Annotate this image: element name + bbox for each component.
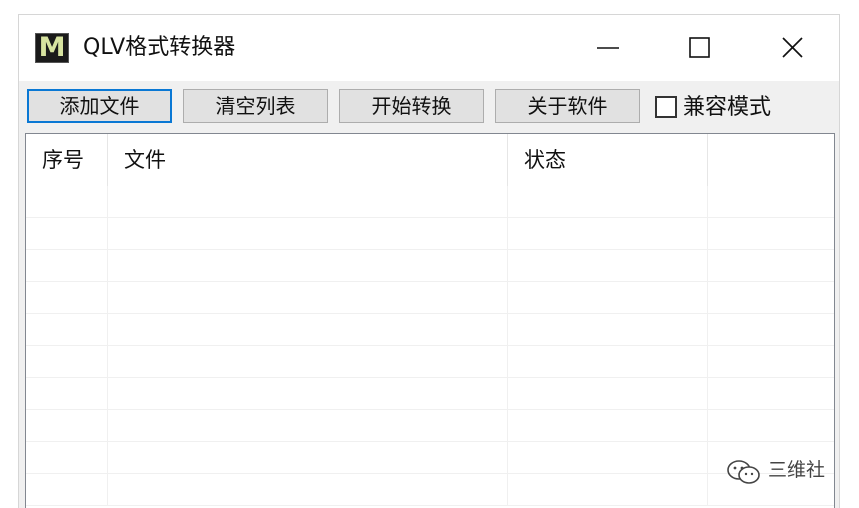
column-header-extra[interactable] [708, 134, 834, 186]
table-cell [508, 442, 708, 473]
app-window: M QLV格式转换器 添加文件 清空列表 开始转换 关于软件 兼容模式 序号 文… [18, 14, 840, 508]
add-files-button[interactable]: 添加文件 [27, 89, 172, 123]
table-cell [708, 250, 834, 281]
table-cell [26, 346, 108, 377]
table-cell [26, 442, 108, 473]
table-row[interactable] [26, 282, 834, 314]
maximize-button[interactable] [674, 31, 724, 65]
table-cell [108, 346, 508, 377]
checkbox-box[interactable] [655, 96, 677, 118]
table-cell [708, 218, 834, 249]
table-row[interactable] [26, 346, 834, 378]
app-logo-icon: M [35, 33, 69, 63]
table-row[interactable] [26, 378, 834, 410]
table-cell [708, 314, 834, 345]
table-cell [108, 282, 508, 313]
file-list[interactable]: 序号 文件 状态 [25, 133, 835, 508]
table-cell [708, 282, 834, 313]
table-row[interactable] [26, 474, 834, 506]
title-bar[interactable]: M QLV格式转换器 [19, 15, 839, 81]
about-button[interactable]: 关于软件 [495, 89, 640, 123]
toolbar: 添加文件 清空列表 开始转换 关于软件 兼容模式 [19, 81, 839, 133]
table-cell [26, 250, 108, 281]
table-row[interactable] [26, 410, 834, 442]
table-cell [508, 410, 708, 441]
close-button[interactable] [769, 31, 819, 65]
table-cell [108, 250, 508, 281]
compat-mode-label: 兼容模式 [683, 95, 772, 120]
start-convert-button[interactable]: 开始转换 [339, 89, 484, 123]
table-cell [108, 442, 508, 473]
table-cell [26, 474, 108, 505]
table-cell [508, 250, 708, 281]
table-cell [108, 218, 508, 249]
table-cell [26, 378, 108, 409]
minimize-button[interactable] [584, 31, 634, 65]
table-cell [708, 186, 834, 217]
table-cell [508, 282, 708, 313]
table-cell [26, 218, 108, 249]
table-cell [108, 410, 508, 441]
table-cell [26, 314, 108, 345]
table-cell [108, 186, 508, 217]
table-cell [26, 410, 108, 441]
table-cell [108, 378, 508, 409]
table-cell [26, 282, 108, 313]
clear-list-button[interactable]: 清空列表 [183, 89, 328, 123]
table-cell [108, 314, 508, 345]
column-header-index[interactable]: 序号 [26, 134, 108, 186]
column-header-status[interactable]: 状态 [508, 134, 708, 186]
table-row[interactable] [26, 218, 834, 250]
table-cell [508, 186, 708, 217]
table-row[interactable] [26, 314, 834, 346]
column-header-file[interactable]: 文件 [108, 134, 508, 186]
wechat-icon [727, 460, 760, 484]
watermark-text: 三维社 [768, 459, 826, 481]
list-rows [26, 186, 834, 506]
table-row[interactable] [26, 250, 834, 282]
table-row[interactable] [26, 186, 834, 218]
table-cell [508, 218, 708, 249]
table-cell [26, 186, 108, 217]
table-cell [108, 474, 508, 505]
minimize-icon [597, 47, 619, 49]
table-cell [508, 314, 708, 345]
close-icon [782, 37, 803, 58]
table-cell [708, 378, 834, 409]
table-cell [708, 346, 834, 377]
table-cell [508, 346, 708, 377]
table-cell [508, 474, 708, 505]
list-header: 序号 文件 状态 [26, 134, 834, 186]
table-row[interactable] [26, 442, 834, 474]
table-cell [708, 410, 834, 441]
window-title: QLV格式转换器 [83, 35, 236, 60]
table-cell [508, 378, 708, 409]
maximize-icon [689, 37, 710, 58]
